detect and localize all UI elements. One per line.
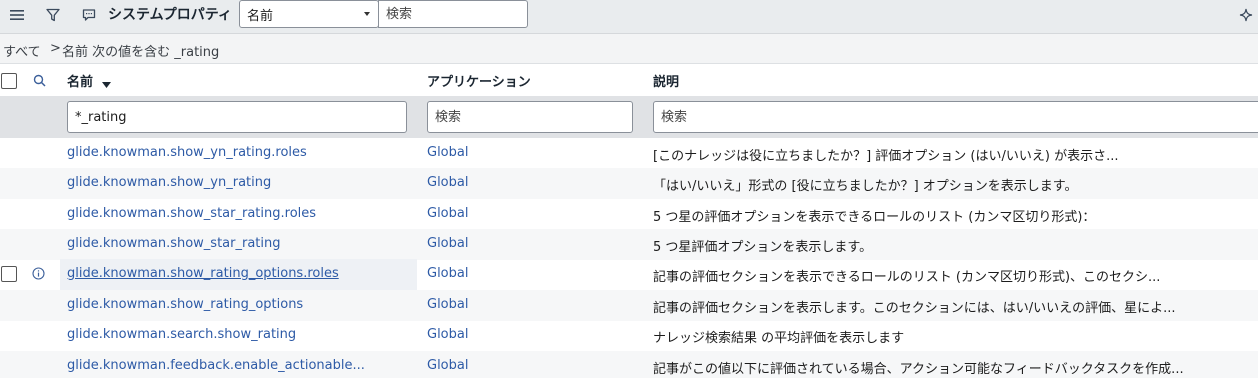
- application-link[interactable]: Global: [427, 297, 468, 312]
- filter-icon[interactable]: [41, 3, 65, 27]
- property-name-link[interactable]: glide.knowman.show_yn_rating: [67, 175, 271, 190]
- sort-desc-icon[interactable]: [102, 77, 111, 92]
- info-icon[interactable]: [32, 267, 45, 284]
- property-name-link[interactable]: glide.knowman.show_star_rating: [67, 236, 281, 251]
- table-row: glide.knowman.show_yn_rating Global 「はい/…: [0, 168, 1258, 199]
- search-input[interactable]: [378, 0, 528, 28]
- description-text: 5 つ星の評価オプションを表示できるロールのリスト (カンマ区切り形式)：: [653, 210, 1096, 225]
- property-name-link[interactable]: glide.knowman.show_star_rating.roles: [67, 206, 316, 221]
- table-row: glide.knowman.show_rating_options Global…: [0, 290, 1258, 321]
- property-name-link[interactable]: glide.knowman.show_rating_options.roles: [67, 266, 339, 281]
- description-text: 記事の評価セクションを表示します。このセクションには、はい/いいえの評価、星によ…: [653, 301, 1176, 316]
- description-text: 5 つ星評価オプションを表示します。: [653, 240, 873, 255]
- description-text: 記事の評価セクションを表示できるロールのリスト (カンマ区切り形式)、このセクシ…: [653, 270, 1161, 285]
- table-row: glide.knowman.show_star_rating.roles Glo…: [0, 199, 1258, 230]
- search-icon[interactable]: [27, 68, 51, 92]
- search-field-select[interactable]: 名前: [239, 0, 379, 28]
- application-link[interactable]: Global: [427, 145, 468, 160]
- page-title: システムプロパティ: [108, 7, 232, 23]
- column-header-row: 名前 アプリケーション 説明: [0, 64, 1258, 96]
- property-name-link[interactable]: glide.knowman.feedback.enable_actionable…: [67, 358, 365, 373]
- description-text: 「はい/いいえ」形式の [役に立ちましたか？] オプションを表示します。: [653, 179, 1078, 194]
- sparkle-icon[interactable]: [1234, 3, 1258, 27]
- application-link[interactable]: Global: [427, 236, 468, 251]
- description-text: ナレッジ検索結果 の平均評価を表示します: [653, 331, 905, 346]
- application-filter-input[interactable]: [427, 101, 633, 133]
- table-row: glide.knowman.show_rating_options.roles …: [0, 259, 1258, 290]
- table-row: glide.knowman.show_star_rating Global 5 …: [0, 229, 1258, 260]
- property-name-link[interactable]: glide.knowman.show_rating_options: [67, 297, 303, 312]
- application-link[interactable]: Global: [427, 266, 468, 281]
- property-name-link[interactable]: glide.knowman.search.show_rating: [67, 327, 296, 342]
- search-field-value: 名前: [247, 9, 274, 24]
- breadcrumb: すべて > 名前 次の値を含む _rating: [0, 34, 1258, 64]
- application-link[interactable]: Global: [427, 175, 468, 190]
- column-header-description[interactable]: 説明: [653, 71, 679, 90]
- breadcrumb-all[interactable]: すべて: [3, 41, 41, 60]
- select-all-checkbox[interactable]: [1, 73, 17, 89]
- application-link[interactable]: Global: [427, 206, 468, 221]
- application-link[interactable]: Global: [427, 327, 468, 342]
- description-filter-input[interactable]: [653, 101, 1258, 133]
- breadcrumb-condition[interactable]: 名前 次の値を含む _rating: [62, 41, 219, 60]
- column-header-name[interactable]: 名前: [67, 71, 93, 90]
- list-header-bar: システムプロパティ 名前: [0, 0, 1258, 34]
- description-text: [このナレッジは役に立ちましたか？] 評価オプション (はい/いいえ) が表示さ…: [653, 149, 1119, 164]
- table-row: glide.knowman.show_yn_rating.roles Globa…: [0, 138, 1258, 169]
- table-row: glide.knowman.search.show_rating Global …: [0, 320, 1258, 351]
- property-name-link[interactable]: glide.knowman.show_yn_rating.roles: [67, 145, 307, 160]
- column-filter-row: [0, 96, 1258, 138]
- column-header-application[interactable]: アプリケーション: [427, 71, 531, 90]
- table-row: glide.knowman.feedback.enable_actionable…: [0, 351, 1258, 378]
- name-filter-input[interactable]: [67, 101, 407, 133]
- comment-icon[interactable]: [77, 3, 101, 27]
- description-text: 記事がこの値以下に評価されている場合、アクション可能なフィードバックタスクを作成…: [653, 362, 1184, 377]
- row-checkbox[interactable]: [1, 266, 17, 282]
- breadcrumb-separator: >: [50, 41, 61, 56]
- caret-down-icon: [364, 12, 370, 16]
- hamburger-menu-icon[interactable]: [5, 3, 29, 27]
- application-link[interactable]: Global: [427, 358, 468, 373]
